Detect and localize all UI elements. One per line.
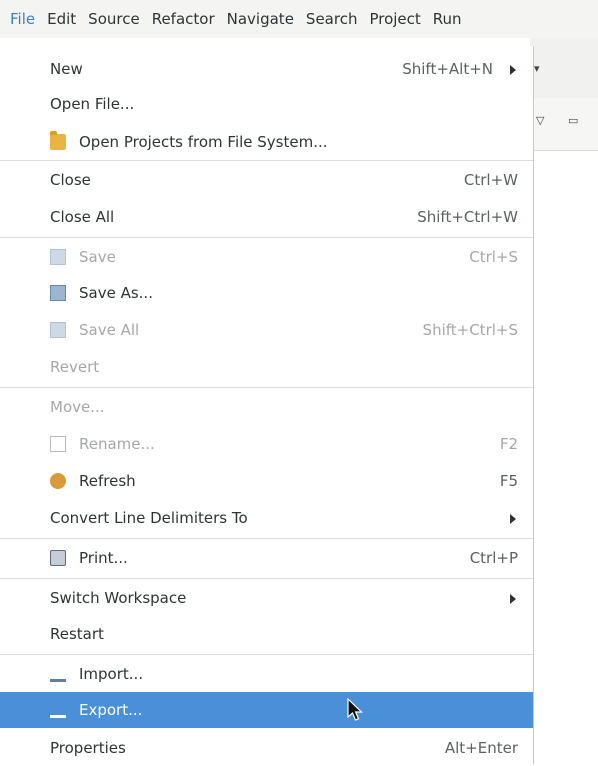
folder-icon bbox=[50, 131, 66, 150]
menu-item-import[interactable]: Import... bbox=[0, 656, 533, 692]
menu-item-label: Import... bbox=[79, 665, 144, 683]
menu-item-accelerator: Shift+Ctrl+S bbox=[422, 321, 518, 339]
menu-item-label: Convert Line Delimiters To bbox=[50, 509, 248, 527]
menu-item-rename[interactable]: Rename... F2 bbox=[0, 426, 533, 462]
print-icon bbox=[50, 550, 66, 566]
menu-item-accelerator: Shift+Ctrl+W bbox=[417, 208, 518, 226]
menu-item-label: Restart bbox=[50, 625, 104, 643]
menu-item-new[interactable]: New Shift+Alt+N bbox=[0, 51, 533, 87]
menu-item-label: Rename... bbox=[79, 435, 155, 453]
import-icon bbox=[50, 666, 66, 682]
menu-separator bbox=[0, 654, 533, 655]
menu-item-move[interactable]: Move... bbox=[0, 389, 533, 425]
menu-item-label: Close All bbox=[50, 208, 115, 226]
file-menu: New Shift+Alt+N Open File... Open Projec… bbox=[0, 46, 534, 764]
background-toolbar: ▾ bbox=[530, 38, 598, 98]
menu-source[interactable]: Source bbox=[82, 0, 146, 38]
menu-run[interactable]: Run bbox=[427, 0, 468, 38]
menu-item-switch-workspace[interactable]: Switch Workspace bbox=[0, 580, 533, 616]
menu-item-accelerator: Ctrl+W bbox=[463, 171, 518, 189]
submenu-arrow-icon bbox=[510, 65, 516, 75]
menu-item-print[interactable]: Print... Ctrl+P bbox=[0, 540, 533, 576]
menu-item-accelerator: Ctrl+S bbox=[469, 248, 518, 266]
menu-item-accelerator: F2 bbox=[499, 435, 518, 453]
save-all-icon bbox=[50, 322, 66, 338]
view-menu-icon[interactable]: ▽ bbox=[536, 114, 544, 127]
menu-file[interactable]: File bbox=[0, 0, 41, 38]
menu-item-refresh[interactable]: Refresh F5 bbox=[0, 463, 533, 499]
menu-item-label: Move... bbox=[50, 398, 105, 416]
menu-item-label: Properties bbox=[50, 739, 126, 757]
rename-icon bbox=[50, 436, 66, 452]
menu-item-close-all[interactable]: Close All Shift+Ctrl+W bbox=[0, 199, 533, 235]
menu-item-label: Refresh bbox=[79, 472, 136, 490]
menu-item-restart[interactable]: Restart bbox=[0, 616, 533, 652]
menu-item-save[interactable]: Save Ctrl+S bbox=[0, 239, 533, 275]
menu-item-properties[interactable]: Properties Alt+Enter bbox=[0, 730, 533, 766]
menu-item-label: Open Projects from File System... bbox=[79, 133, 328, 151]
menu-item-label: Print... bbox=[79, 549, 128, 567]
menu-item-export[interactable]: Export... bbox=[0, 692, 533, 728]
menu-item-accelerator: Alt+Enter bbox=[444, 739, 518, 757]
menu-project[interactable]: Project bbox=[363, 0, 426, 38]
refresh-icon bbox=[50, 473, 66, 489]
menu-item-label: Switch Workspace bbox=[50, 589, 187, 607]
menu-item-accelerator: Shift+Alt+N bbox=[402, 60, 493, 78]
toolbar-dropdown-icon[interactable]: ▾ bbox=[534, 62, 540, 75]
menu-item-label: New bbox=[50, 60, 83, 78]
menu-item-open-projects[interactable]: Open Projects from File System... bbox=[0, 124, 533, 160]
menu-item-accelerator: F5 bbox=[499, 472, 518, 490]
export-icon bbox=[50, 702, 66, 718]
menu-item-revert[interactable]: Revert bbox=[0, 349, 533, 385]
menu-item-label: Close bbox=[50, 171, 91, 189]
menu-separator bbox=[0, 237, 533, 238]
menu-item-label: Save All bbox=[79, 321, 140, 339]
menu-item-label: Revert bbox=[50, 358, 100, 376]
menu-item-label: Export... bbox=[79, 701, 143, 719]
menu-item-convert-line-delimiters[interactable]: Convert Line Delimiters To bbox=[0, 500, 533, 536]
minimize-icon[interactable]: ▭ bbox=[568, 114, 578, 127]
menu-separator bbox=[0, 387, 533, 388]
menu-item-label: Save bbox=[79, 248, 116, 266]
menu-item-accelerator: Ctrl+P bbox=[469, 549, 518, 567]
menu-bar: File Edit Source Refactor Navigate Searc… bbox=[0, 0, 598, 38]
menu-search[interactable]: Search bbox=[300, 0, 364, 38]
mouse-pointer-icon bbox=[347, 698, 363, 721]
save-icon bbox=[50, 249, 66, 265]
menu-separator bbox=[0, 538, 533, 539]
background-view-toolbar: ▽ ▭ bbox=[530, 98, 598, 151]
menu-item-save-as[interactable]: Save As... bbox=[0, 275, 533, 311]
menu-navigate[interactable]: Navigate bbox=[221, 0, 300, 38]
menu-refactor[interactable]: Refactor bbox=[146, 0, 221, 38]
menu-edit[interactable]: Edit bbox=[41, 0, 82, 38]
submenu-arrow-icon bbox=[510, 514, 516, 524]
menu-item-close[interactable]: Close Ctrl+W bbox=[0, 162, 533, 198]
menu-item-open-file[interactable]: Open File... bbox=[0, 86, 533, 122]
menu-separator bbox=[0, 578, 533, 579]
menu-item-label: Open File... bbox=[50, 95, 135, 113]
submenu-arrow-icon bbox=[510, 594, 516, 604]
menu-item-save-all[interactable]: Save All Shift+Ctrl+S bbox=[0, 312, 533, 348]
save-as-icon bbox=[50, 285, 66, 301]
menu-item-label: Save As... bbox=[79, 284, 153, 302]
menu-separator bbox=[0, 160, 533, 161]
